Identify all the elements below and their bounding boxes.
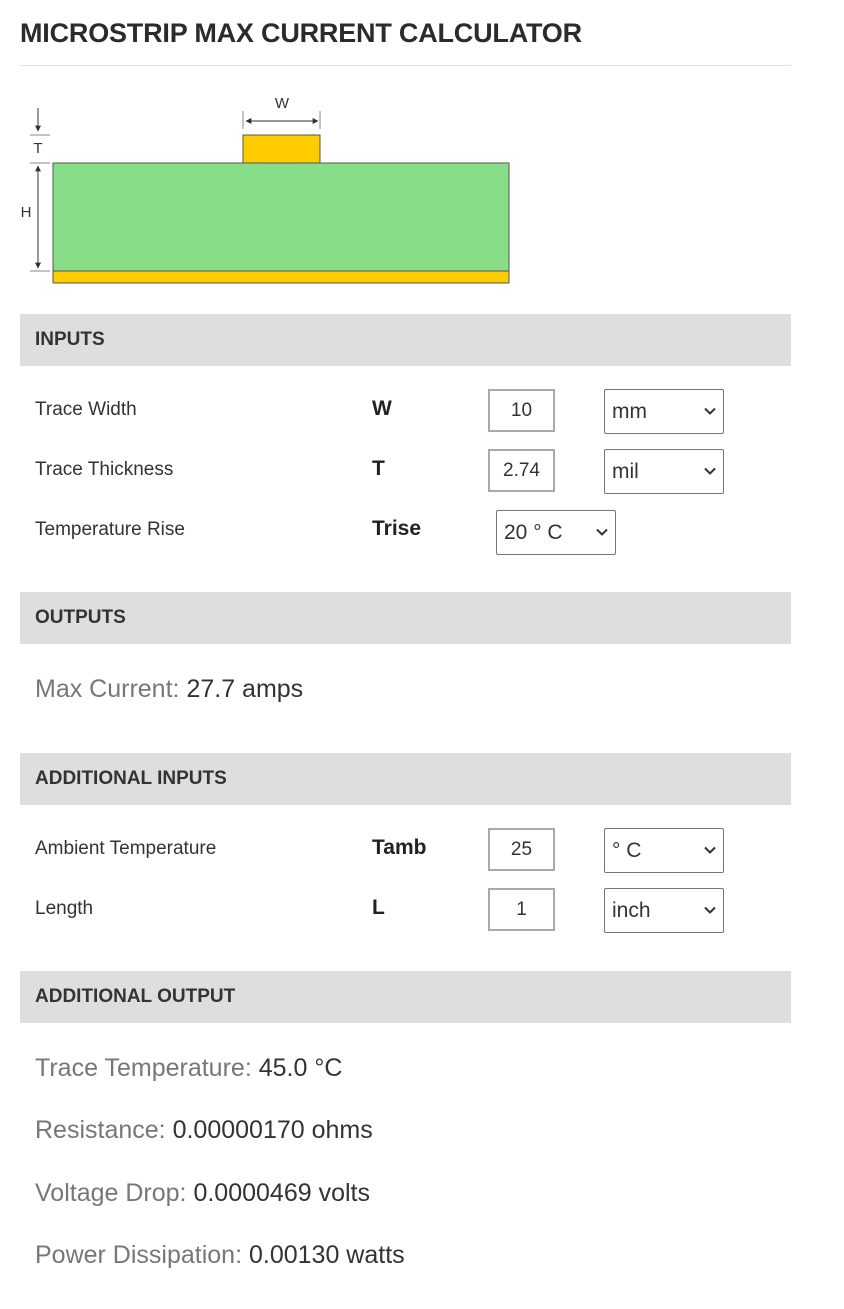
length-label: Length	[35, 898, 94, 919]
trace-thickness-symbol: T	[372, 457, 385, 480]
max-current-output: Max Current: 27.7 amps	[35, 675, 303, 704]
ambient-temperature-unit-select[interactable]: ° C	[604, 828, 724, 873]
ambient-temperature-symbol: Tamb	[372, 836, 427, 859]
ambient-temperature-input[interactable]	[488, 828, 555, 871]
chevron-down-icon	[704, 467, 716, 475]
additional-output-header: ADDITIONAL OUTPUT	[20, 971, 791, 1023]
max-current-value: 27.7 amps	[186, 675, 304, 703]
trace-width-unit-select[interactable]: mm	[604, 389, 724, 434]
power-dissipation-value: 0.00130 watts	[248, 1241, 405, 1269]
outputs-header: OUTPUTS	[20, 592, 791, 644]
length-unit-select[interactable]: inch	[604, 888, 724, 933]
page-title: MICROSTRIP MAX CURRENT CALCULATOR	[20, 18, 582, 48]
temperature-rise-select[interactable]: 20 ° C	[496, 510, 616, 555]
resistance-output: Resistance: 0.00000170 ohms	[35, 1116, 373, 1145]
chevron-down-icon	[704, 407, 716, 415]
trace-temperature-output: Trace Temperature: 45.0 °C	[35, 1054, 342, 1083]
additional-inputs-header: ADDITIONAL INPUTS	[20, 753, 791, 805]
trace-width-symbol: W	[372, 397, 392, 420]
trace-width-label: Trace Width	[35, 399, 137, 420]
resistance-value: 0.00000170 ohms	[172, 1116, 373, 1144]
max-current-label: Max Current:	[35, 675, 180, 703]
length-symbol: L	[372, 896, 385, 919]
voltage-drop-value: 0.0000469 volts	[193, 1179, 370, 1207]
inputs-header: INPUTS	[20, 314, 791, 366]
trace-thickness-input[interactable]	[488, 449, 555, 492]
temperature-rise-symbol: Trise	[372, 517, 422, 540]
resistance-label: Resistance:	[35, 1116, 166, 1144]
ambient-temperature-label: Ambient Temperature	[35, 838, 217, 859]
trace-thickness-unit-value: mil	[612, 460, 639, 483]
length-input[interactable]	[488, 888, 555, 931]
trace-temperature-label: Trace Temperature:	[35, 1054, 252, 1082]
width-dimension-label: W	[275, 95, 290, 112]
title-divider	[20, 65, 791, 66]
chevron-down-icon	[596, 528, 608, 536]
chevron-down-icon	[704, 906, 716, 914]
power-dissipation-output: Power Dissipation: 0.00130 watts	[35, 1241, 405, 1270]
voltage-drop-output: Voltage Drop: 0.0000469 volts	[35, 1179, 370, 1208]
temperature-rise-value: 20 ° C	[504, 521, 563, 544]
copper-trace	[242, 134, 321, 164]
length-unit-value: inch	[612, 899, 651, 922]
chevron-down-icon	[704, 846, 716, 854]
voltage-drop-label: Voltage Drop:	[35, 1179, 187, 1207]
temperature-rise-label: Temperature Rise	[35, 519, 185, 540]
ground-plane	[52, 270, 510, 284]
substrate	[52, 162, 510, 272]
trace-width-input[interactable]	[488, 389, 555, 432]
ambient-temperature-unit-value: ° C	[612, 839, 642, 862]
thickness-dimension-label: T	[33, 140, 42, 157]
trace-width-unit-value: mm	[612, 400, 647, 423]
height-dimension-label: H	[21, 204, 32, 221]
trace-temperature-value: 45.0 °C	[258, 1054, 343, 1082]
trace-thickness-unit-select[interactable]: mil	[604, 449, 724, 494]
microstrip-diagram: W T H	[21, 95, 510, 284]
trace-thickness-label: Trace Thickness	[35, 459, 174, 480]
power-dissipation-label: Power Dissipation:	[35, 1241, 243, 1269]
